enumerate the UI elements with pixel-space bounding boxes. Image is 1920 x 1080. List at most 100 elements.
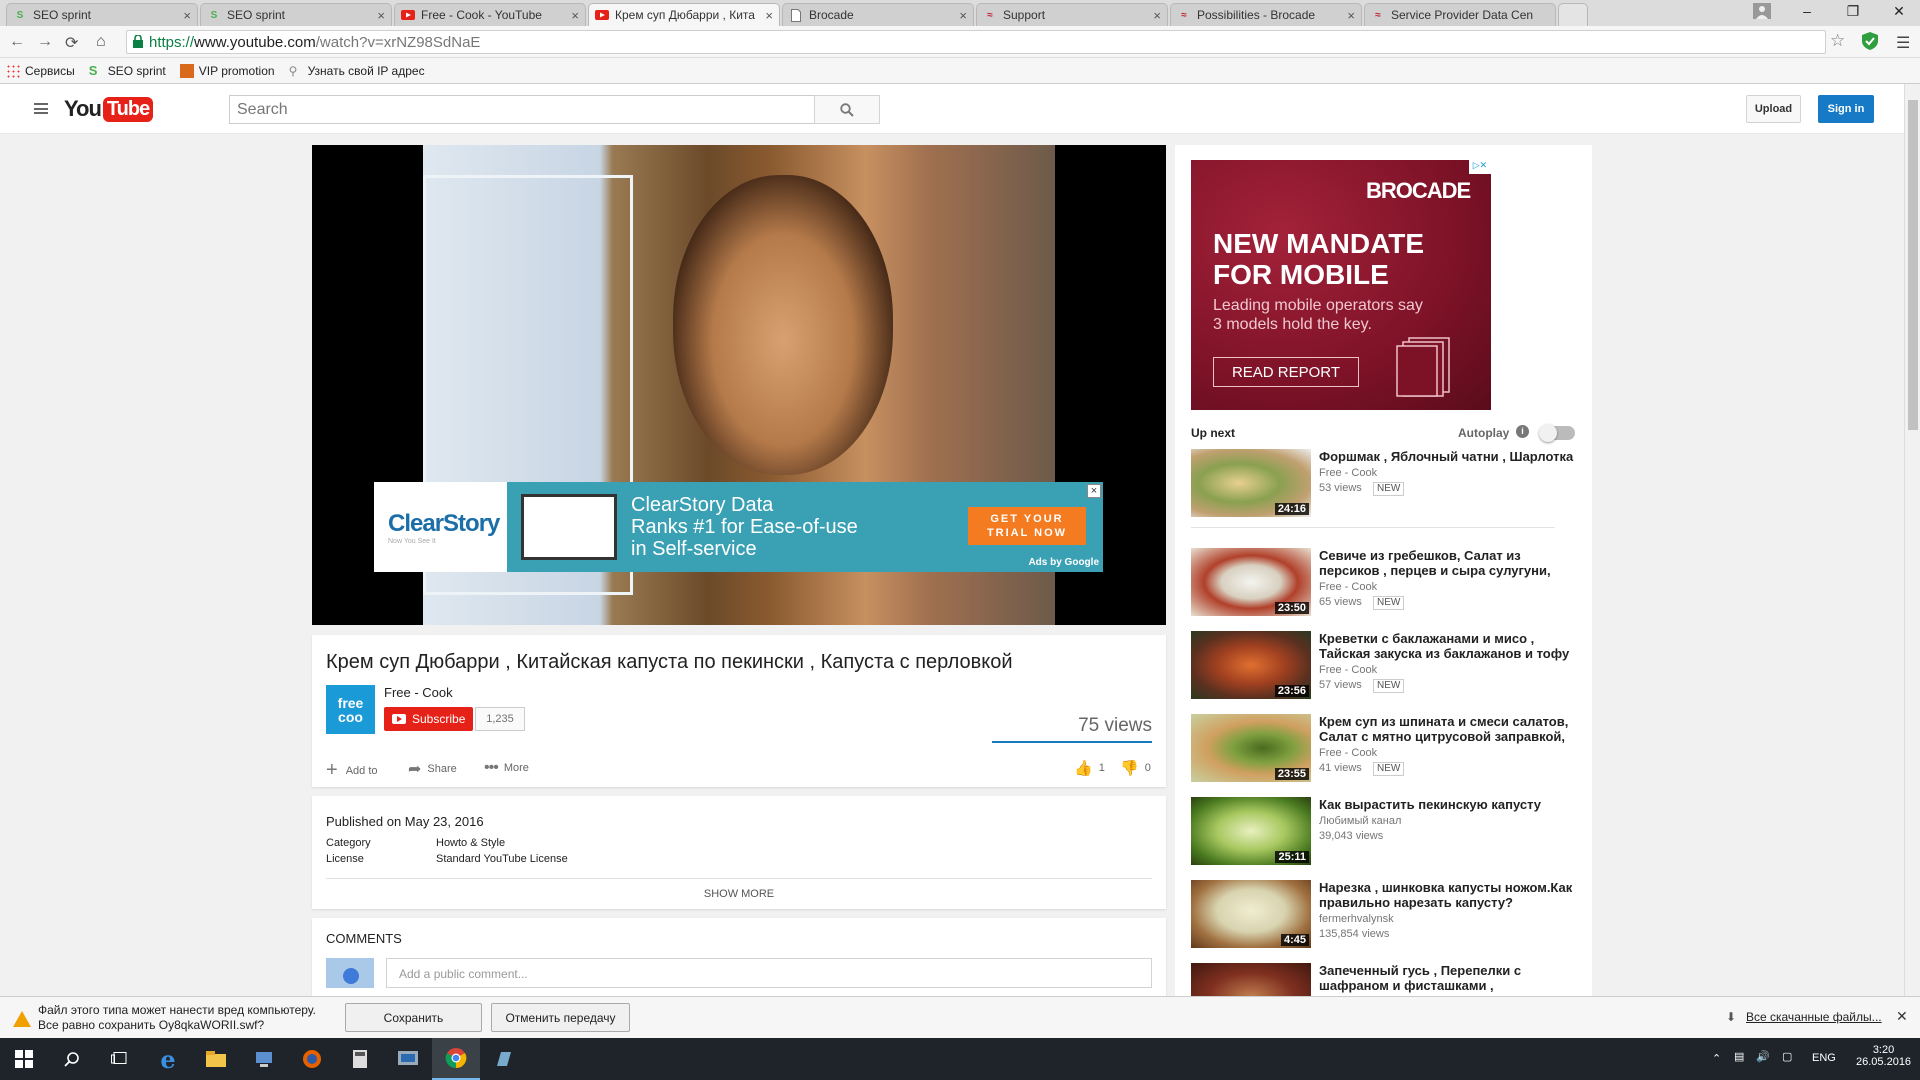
bookmark-ip-address[interactable]: ⚲ Узнать свой IP адрес: [289, 64, 425, 78]
shield-extension-icon[interactable]: [1862, 32, 1878, 55]
star-icon[interactable]: ☆: [1830, 31, 1845, 51]
video-thumbnail[interactable]: 4:45: [1191, 880, 1311, 948]
maximize-icon[interactable]: ❐: [1830, 0, 1876, 22]
remote-desktop-icon[interactable]: [384, 1038, 432, 1080]
video-thumbnail[interactable]: 25:11: [1191, 797, 1311, 865]
subscribe-button[interactable]: Subscribe: [384, 707, 473, 731]
related-video[interactable]: 23:55 Крем суп из шпината и смеси салато…: [1191, 714, 1571, 784]
calculator-icon[interactable]: [336, 1038, 384, 1080]
search-input[interactable]: Search: [229, 95, 815, 124]
minimize-icon[interactable]: –: [1784, 0, 1830, 22]
autoplay-toggle[interactable]: [1539, 424, 1575, 442]
close-icon[interactable]: ×: [377, 8, 385, 23]
close-icon[interactable]: ×: [183, 8, 191, 23]
page-scrollbar[interactable]: [1904, 84, 1920, 996]
ad-cta-button[interactable]: GET YOUR TRIAL NOW: [968, 507, 1086, 545]
window-close-icon[interactable]: ✕: [1876, 0, 1920, 22]
search-button[interactable]: [814, 95, 880, 124]
search-icon[interactable]: [48, 1038, 96, 1080]
tray-overflow-icon[interactable]: ⌃: [1712, 1052, 1721, 1065]
video-title[interactable]: Форшмак , Яблочный чатни , Шарлотка: [1319, 449, 1574, 464]
video-title[interactable]: Крем суп из шпината и смеси салатов, Сал…: [1319, 714, 1574, 744]
edge-icon[interactable]: e: [144, 1038, 192, 1080]
dislike-button[interactable]: 👎 0: [1120, 759, 1151, 777]
browser-tab[interactable]: Free - Cook - YouTube ×: [394, 3, 586, 26]
related-video[interactable]: 24:16 Форшмак , Яблочный чатни , Шарлотк…: [1191, 449, 1574, 519]
sidebar-ad[interactable]: ▷✕ BROCADE NEW MANDATE FOR MOBILE Leading…: [1191, 160, 1491, 410]
info-icon[interactable]: i: [1516, 425, 1529, 438]
url-bar[interactable]: https://www.youtube.com/watch?v=xrNZ98Sd…: [126, 30, 1826, 54]
sign-in-button[interactable]: Sign in: [1818, 95, 1874, 123]
more-button[interactable]: ••• More: [484, 759, 529, 777]
notification-icon[interactable]: ▢: [1782, 1050, 1792, 1063]
save-button[interactable]: Сохранить: [345, 1003, 482, 1032]
browser-tab[interactable]: S SEO sprint ×: [6, 3, 198, 26]
close-download-bar-icon[interactable]: ✕: [1896, 1008, 1908, 1025]
volume-icon[interactable]: 🔊: [1756, 1050, 1770, 1063]
browser-tab[interactable]: ≈ Support ×: [976, 3, 1168, 26]
category-value[interactable]: Howto & Style: [436, 837, 505, 849]
scrollbar-thumb[interactable]: [1908, 100, 1918, 430]
windows-start-icon[interactable]: [0, 1038, 48, 1080]
browser-tab-active[interactable]: Крем суп Дюбарри , Кита ×: [588, 3, 780, 26]
read-report-button[interactable]: READ REPORT: [1213, 357, 1359, 387]
file-explorer-icon[interactable]: [192, 1038, 240, 1080]
language-indicator[interactable]: ENG: [1812, 1052, 1836, 1064]
youtube-logo[interactable]: You Tube: [64, 96, 154, 122]
ads-by-google-label[interactable]: Ads by Google: [1028, 557, 1099, 568]
bookmark-vip-promotion[interactable]: VIP promotion: [179, 63, 275, 78]
video-thumbnail[interactable]: [1191, 963, 1311, 996]
video-title[interactable]: Запеченный гусь , Перепелки с шафраном и…: [1319, 963, 1574, 993]
close-icon[interactable]: ×: [1153, 8, 1161, 23]
close-icon[interactable]: ×: [571, 8, 579, 23]
reload-icon[interactable]: ⟳: [65, 33, 78, 53]
related-video[interactable]: 4:45 Нарезка , шинковка капусты ножом.Ка…: [1191, 880, 1574, 950]
channel-avatar[interactable]: free coo: [326, 685, 375, 734]
network-icon[interactable]: ▤: [1734, 1050, 1744, 1063]
channel-name[interactable]: Free - Cook: [384, 685, 453, 700]
all-downloads-link[interactable]: Все скачанные файлы...: [1746, 1010, 1882, 1024]
related-video[interactable]: 23:50 Севиче из гребешков, Салат из перс…: [1191, 548, 1571, 618]
video-title[interactable]: Креветки с баклажанами и мисо , Тайская …: [1319, 631, 1574, 661]
guide-menu-icon[interactable]: [34, 103, 48, 114]
app-icon[interactable]: [480, 1038, 528, 1080]
video-thumbnail[interactable]: 24:16: [1191, 449, 1311, 517]
video-title[interactable]: Как вырастить пекинскую капусту: [1319, 797, 1574, 812]
user-profile-icon[interactable]: [1740, 0, 1784, 22]
video-thumbnail[interactable]: 23:55: [1191, 714, 1311, 782]
comment-input[interactable]: Add a public comment...: [386, 958, 1152, 988]
close-icon[interactable]: ×: [959, 8, 967, 23]
video-player[interactable]: ClearStory Now You See It ClearStory Dat…: [312, 145, 1166, 625]
back-icon[interactable]: ←: [9, 33, 25, 51]
browser-tab[interactable]: Brocade ×: [782, 3, 974, 26]
browser-tab[interactable]: ≈ Possibilities - Brocade ×: [1170, 3, 1362, 26]
add-to-button[interactable]: + Add to: [326, 759, 378, 782]
bookmark-seo-sprint[interactable]: S SEO sprint: [89, 63, 166, 78]
upload-button[interactable]: Upload: [1746, 95, 1801, 123]
browser-tab[interactable]: S SEO sprint ×: [200, 3, 392, 26]
task-view-icon[interactable]: [96, 1038, 144, 1080]
chrome-icon[interactable]: [432, 1038, 480, 1080]
home-icon[interactable]: ⌂: [96, 33, 106, 51]
related-video[interactable]: Запеченный гусь , Перепелки с шафраном и…: [1191, 963, 1571, 996]
forward-icon[interactable]: →: [37, 33, 53, 51]
share-button[interactable]: ➦ Share: [408, 759, 457, 779]
video-title[interactable]: Севиче из гребешков, Салат из персиков ,…: [1319, 548, 1574, 578]
video-thumbnail[interactable]: 23:50: [1191, 548, 1311, 616]
like-button[interactable]: 👍 1: [1074, 759, 1105, 777]
adchoices-icon[interactable]: ▷✕: [1469, 160, 1491, 174]
ad-close-icon[interactable]: ×: [1087, 484, 1101, 498]
browser-tab[interactable]: ≈ Service Provider Data Cen: [1364, 3, 1556, 26]
video-title[interactable]: Нарезка , шинковка капусты ножом.Как пра…: [1319, 880, 1574, 910]
new-tab-button[interactable]: [1558, 3, 1588, 26]
clock[interactable]: 3:20 26.05.2016: [1856, 1044, 1911, 1068]
cancel-download-button[interactable]: Отменить передачу: [491, 1003, 630, 1032]
video-thumbnail[interactable]: 23:56: [1191, 631, 1311, 699]
bookmark-apps[interactable]: Сервисы: [6, 63, 75, 78]
show-more-button[interactable]: SHOW MORE: [326, 878, 1152, 900]
close-icon[interactable]: ×: [765, 8, 773, 23]
firefox-icon[interactable]: [288, 1038, 336, 1080]
network-app-icon[interactable]: [240, 1038, 288, 1080]
close-icon[interactable]: ×: [1347, 8, 1355, 23]
overlay-ad[interactable]: ClearStory Now You See It ClearStory Dat…: [374, 482, 1103, 572]
